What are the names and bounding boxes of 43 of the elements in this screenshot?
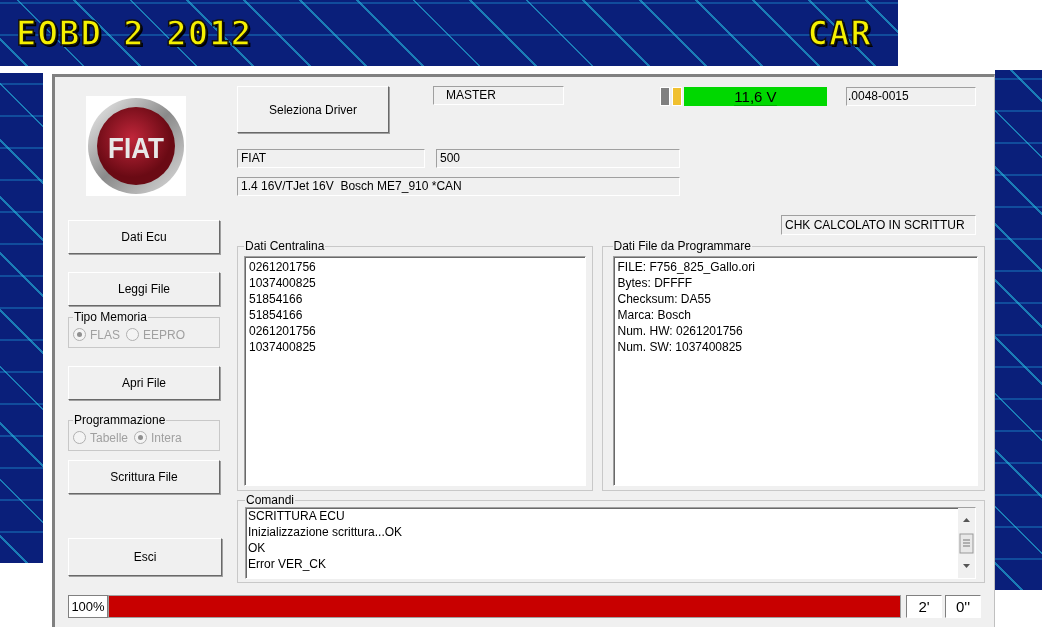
status-block (660, 87, 670, 106)
group-label: Tipo Memoria (73, 311, 148, 324)
seconds-display: 0'' (945, 595, 981, 618)
list-item: 1037400825 (249, 275, 317, 291)
app-title: EOBD 2 2012 (16, 13, 253, 53)
logo-text: FIAT (108, 131, 173, 164)
list-item: 0261201756 (249, 259, 317, 275)
log-line: Inizializzazione scrittura...OK (248, 524, 403, 540)
action-button[interactable]: Scrittura File (68, 460, 220, 494)
panel-title: Dati File da Programmare (612, 239, 752, 253)
list-item: Num. HW: 0261201756 (617, 323, 744, 339)
action-button[interactable]: Esci (68, 538, 222, 576)
list-item: 1037400825 (249, 339, 317, 355)
list-item: 51854166 (249, 291, 304, 307)
mode-field: MASTER (433, 86, 564, 105)
list-item: FILE: F756_825_Gallo.ori (617, 259, 756, 275)
list-item: Bytes: DFFFF (617, 275, 694, 291)
group-label: Programmazione (73, 414, 167, 427)
log-line: OK (248, 540, 267, 556)
engine-field: 1.4 16V/TJet 16V Bosch ME7_910 *CAN (237, 177, 680, 196)
list-item: Checksum: DA55 (617, 291, 712, 307)
make-field: FIAT (237, 149, 425, 168)
status-block (672, 87, 682, 106)
list-item: 51854166 (249, 307, 304, 323)
checksum-status-field: CHK CALCOLATO IN SCRITTUR (781, 215, 976, 235)
action-button[interactable]: Dati Ecu (68, 220, 220, 254)
action-button[interactable]: Leggi File (68, 272, 220, 306)
log-line: Error VER_CK (248, 556, 328, 572)
progress-percent: 100% (68, 595, 108, 618)
action-button[interactable]: Apri File (68, 366, 220, 400)
list-item: Num. SW: 1037400825 (617, 339, 744, 355)
log-line: SCRITTURA ECU (248, 508, 346, 524)
list-item: Marca: Bosch (617, 307, 692, 323)
code-field: .0048-0015 (846, 87, 976, 106)
scrollbar[interactable] (958, 508, 975, 578)
list-item: 0261201756 (249, 323, 317, 339)
panel-title: Dati Centralina (244, 239, 326, 253)
select-driver-button[interactable]: Seleziona Driver (237, 86, 389, 133)
app-subtitle: CAR (807, 13, 872, 53)
model-field: 500 (436, 149, 680, 168)
voltage-display: 11,6 V (684, 87, 827, 106)
panel-title: Comandi (245, 493, 296, 507)
minutes-display: 2' (906, 595, 942, 618)
